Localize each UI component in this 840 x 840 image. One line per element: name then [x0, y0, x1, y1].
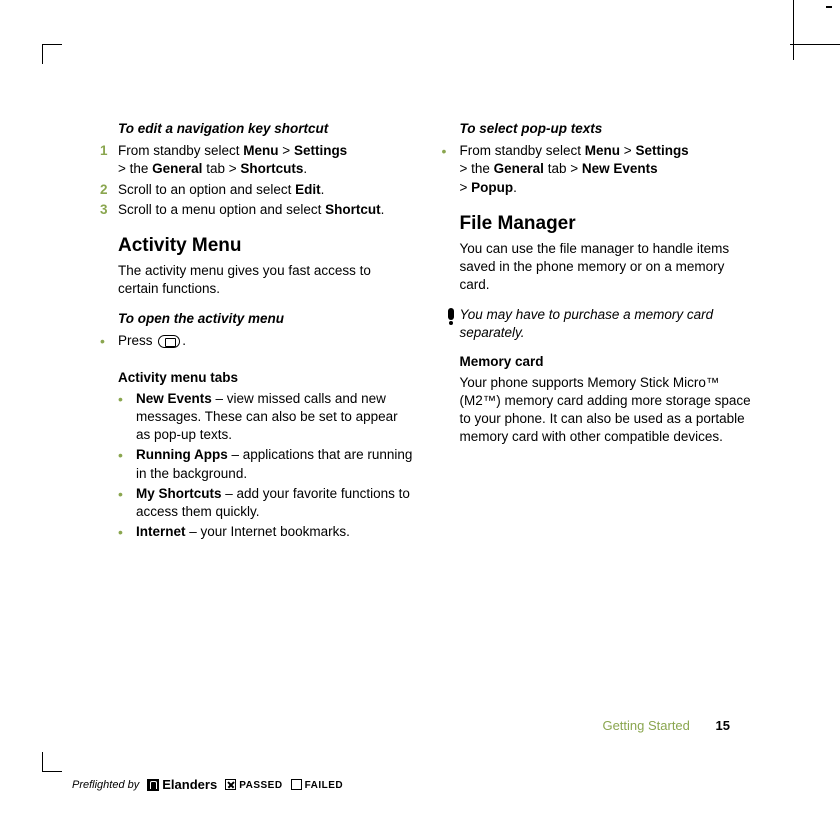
bullet-icon: •: [118, 446, 136, 482]
step-1: 1 From standby select Menu > Settings > …: [100, 142, 414, 178]
general-label: General: [494, 161, 544, 176]
tab-text: My Shortcuts – add your favorite functio…: [136, 485, 414, 521]
edit-label: Edit: [295, 182, 321, 197]
open-activity-heading: To open the activity menu: [118, 310, 414, 328]
activity-menu-body: The activity menu gives you fast access …: [118, 262, 414, 298]
tab-text: Internet – your Internet bookmarks.: [136, 523, 414, 541]
popup-label: Popup: [471, 180, 513, 195]
page-number: 15: [716, 718, 730, 733]
t: >: [620, 143, 635, 158]
page-footer: Getting Started 15: [602, 717, 730, 735]
tab-item: • Running Apps – applications that are r…: [118, 446, 414, 482]
crop-tick: [826, 6, 832, 8]
tab-item: • New Events – view missed calls and new…: [118, 390, 414, 445]
tab-name: Internet: [136, 524, 186, 539]
preflight-label: Preflighted by: [72, 778, 139, 793]
step-text: Scroll to an option and select Edit.: [118, 181, 414, 199]
t: Press: [118, 333, 156, 348]
step-number: 1: [100, 142, 118, 178]
step-number: 2: [100, 181, 118, 199]
step-text: Scroll to a menu option and select Short…: [118, 201, 414, 219]
tab-item: • My Shortcuts – add your favorite funct…: [118, 485, 414, 521]
crop-mark: [42, 44, 62, 64]
t: > the: [460, 161, 494, 176]
popup-heading: To select pop-up texts: [460, 120, 756, 138]
activity-tabs-list: • New Events – view missed calls and new…: [118, 390, 414, 542]
file-manager-body: You can use the file manager to handle i…: [460, 240, 756, 295]
left-column: To edit a navigation key shortcut 1 From…: [100, 120, 414, 690]
tab-text: Running Apps – applications that are run…: [136, 446, 414, 482]
step-3: 3 Scroll to a menu option and select Sho…: [100, 201, 414, 219]
right-column: To select pop-up texts • From standby se…: [442, 120, 756, 690]
brand-name: Elanders: [162, 776, 217, 794]
note-text: You may have to purchase a memory card s…: [460, 306, 756, 342]
t: .: [321, 182, 325, 197]
settings-label: Settings: [294, 143, 347, 158]
bullet-icon: •: [118, 390, 136, 445]
t: .: [182, 333, 186, 348]
t: >: [279, 143, 294, 158]
passed-label: PASSED: [239, 780, 282, 791]
activity-menu-heading: Activity Menu: [118, 233, 414, 259]
failed-check: FAILED: [291, 778, 344, 793]
passed-check: PASSED: [225, 778, 282, 793]
t: From standby select: [460, 143, 585, 158]
file-manager-heading: File Manager: [460, 211, 756, 237]
failed-label: FAILED: [305, 780, 344, 791]
t: .: [381, 202, 385, 217]
tab-name: New Events: [136, 391, 212, 406]
shortcut-label: Shortcut: [325, 202, 381, 217]
tab-item: • Internet – your Internet bookmarks.: [118, 523, 414, 541]
shortcuts-label: Shortcuts: [240, 161, 303, 176]
tab-name: Running Apps: [136, 447, 228, 462]
important-icon: [442, 306, 460, 342]
bullet-icon: •: [118, 485, 136, 521]
step-2: 2 Scroll to an option and select Edit.: [100, 181, 414, 199]
section-name: Getting Started: [602, 718, 689, 733]
checkbox-empty-icon: [291, 779, 302, 790]
memory-card-heading: Memory card: [460, 353, 756, 371]
numbered-steps: 1 From standby select Menu > Settings > …: [100, 142, 414, 219]
crop-mark: [42, 752, 62, 772]
settings-label: Settings: [635, 143, 688, 158]
bullet-icon: •: [442, 142, 460, 197]
edit-shortcut-heading: To edit a navigation key shortcut: [118, 120, 414, 138]
step-number: 3: [100, 201, 118, 219]
elanders-logo: Elanders: [147, 776, 217, 794]
t: From standby select: [118, 143, 243, 158]
activity-key-icon: [158, 335, 180, 348]
popup-instruction: • From standby select Menu > Settings > …: [442, 142, 756, 197]
bullet-icon: •: [100, 332, 118, 350]
page-content: To edit a navigation key shortcut 1 From…: [100, 120, 755, 690]
tab-name: My Shortcuts: [136, 486, 222, 501]
t: tab >: [544, 161, 582, 176]
t: Scroll to a menu option and select: [118, 202, 325, 217]
t: >: [460, 180, 472, 195]
preflight-bar: Preflighted by Elanders PASSED FAILED: [72, 776, 343, 794]
new-events-label: New Events: [582, 161, 658, 176]
tab-text: New Events – view missed calls and new m…: [136, 390, 414, 445]
bullet-icon: •: [118, 523, 136, 541]
note-memory-card: You may have to purchase a memory card s…: [442, 306, 756, 342]
crop-mark: [784, 0, 794, 60]
general-label: General: [152, 161, 202, 176]
menu-label: Menu: [243, 143, 278, 158]
menu-label: Menu: [585, 143, 620, 158]
t: – your Internet bookmarks.: [186, 524, 350, 539]
crop-mark: [790, 44, 840, 45]
press-text: Press .: [118, 332, 414, 350]
logo-mark-icon: [147, 779, 159, 791]
t: > the: [118, 161, 152, 176]
memory-card-body: Your phone supports Memory Stick Micro™ …: [460, 374, 756, 447]
popup-text: From standby select Menu > Settings > th…: [460, 142, 756, 197]
checkbox-checked-icon: [225, 779, 236, 790]
activity-tabs-heading: Activity menu tabs: [118, 369, 414, 387]
step-text: From standby select Menu > Settings > th…: [118, 142, 414, 178]
t: Scroll to an option and select: [118, 182, 295, 197]
t: .: [303, 161, 307, 176]
press-instruction: • Press .: [100, 332, 414, 350]
t: tab >: [202, 161, 240, 176]
t: .: [513, 180, 517, 195]
